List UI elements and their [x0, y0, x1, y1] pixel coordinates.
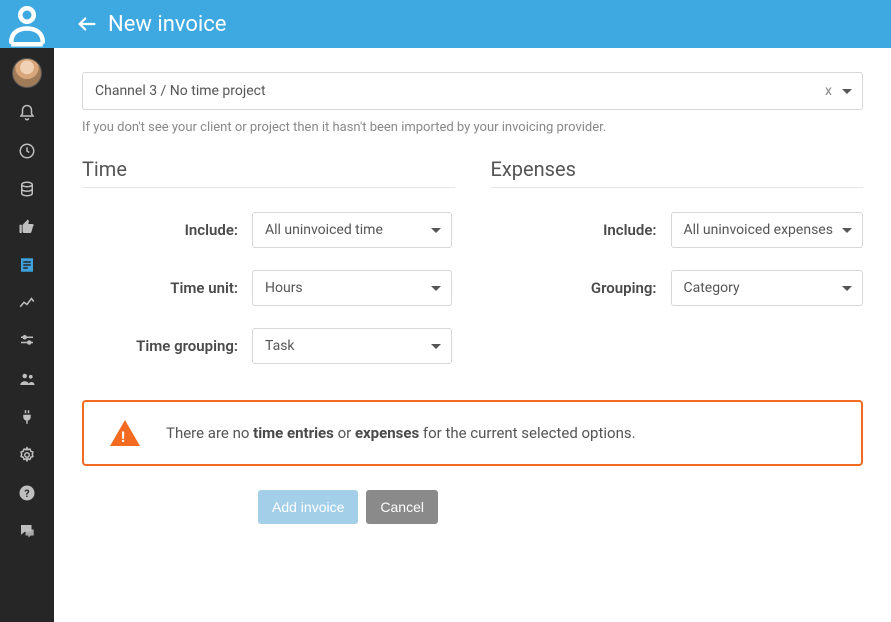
time-unit-label: Time unit: — [82, 279, 252, 297]
add-invoice-button[interactable]: Add invoice — [258, 490, 358, 524]
back-button[interactable] — [76, 13, 98, 35]
time-section: Time Include: All uninvoiced time Time u… — [82, 157, 455, 386]
plug-icon[interactable] — [0, 398, 54, 436]
content: Channel 3 / No time project x If you don… — [54, 48, 891, 548]
help-text: If you don't see your client or project … — [82, 120, 863, 135]
chevron-down-icon — [431, 286, 441, 291]
sidebar-nav: ? — [0, 94, 54, 550]
warning-text: There are no time entries or expenses fo… — [166, 424, 636, 442]
time-include-label: Include: — [82, 221, 252, 239]
expenses-include-select[interactable]: All uninvoiced expenses — [671, 212, 864, 248]
time-grouping-select[interactable]: Task — [252, 328, 452, 364]
help-icon[interactable]: ? — [0, 474, 54, 512]
chart-icon[interactable] — [0, 284, 54, 322]
cancel-button[interactable]: Cancel — [366, 490, 438, 524]
expenses-section: Expenses Include: All uninvoiced expense… — [491, 157, 864, 386]
invoice-icon[interactable] — [0, 246, 54, 284]
time-include-select[interactable]: All uninvoiced time — [252, 212, 452, 248]
chevron-down-icon — [431, 344, 441, 349]
chevron-down-icon — [842, 286, 852, 291]
chevron-down-icon — [842, 89, 852, 94]
expenses-grouping-label: Grouping: — [491, 279, 671, 297]
page-title: New invoice — [108, 12, 226, 37]
warning-alert: There are no time entries or expenses fo… — [82, 400, 863, 466]
chevron-down-icon — [431, 228, 441, 233]
clock-icon[interactable] — [0, 132, 54, 170]
warning-icon — [110, 420, 140, 446]
app-logo[interactable] — [0, 0, 54, 48]
project-select-value: Channel 3 / No time project — [95, 83, 266, 99]
database-icon[interactable] — [0, 170, 54, 208]
thumbs-up-icon[interactable] — [0, 208, 54, 246]
expenses-grouping-select[interactable]: Category — [671, 270, 864, 306]
project-select[interactable]: Channel 3 / No time project x — [82, 72, 863, 110]
settings-icon[interactable] — [0, 436, 54, 474]
time-grouping-label: Time grouping: — [82, 337, 252, 355]
expenses-include-label: Include: — [491, 221, 671, 239]
svg-text:?: ? — [24, 487, 29, 500]
expenses-section-title: Expenses — [491, 157, 864, 188]
user-avatar[interactable] — [12, 48, 42, 94]
chat-icon[interactable] — [0, 512, 54, 550]
sidebar: ? — [0, 0, 54, 622]
chevron-down-icon — [842, 228, 852, 233]
notifications-icon[interactable] — [0, 94, 54, 132]
form-actions: Add invoice Cancel — [258, 490, 863, 524]
time-unit-select[interactable]: Hours — [252, 270, 452, 306]
clear-project-icon[interactable]: x — [825, 83, 832, 99]
users-icon[interactable] — [0, 360, 54, 398]
main: New invoice Channel 3 / No time project … — [54, 0, 891, 622]
time-section-title: Time — [82, 157, 455, 188]
sliders-icon[interactable] — [0, 322, 54, 360]
page-header: New invoice — [54, 0, 891, 48]
